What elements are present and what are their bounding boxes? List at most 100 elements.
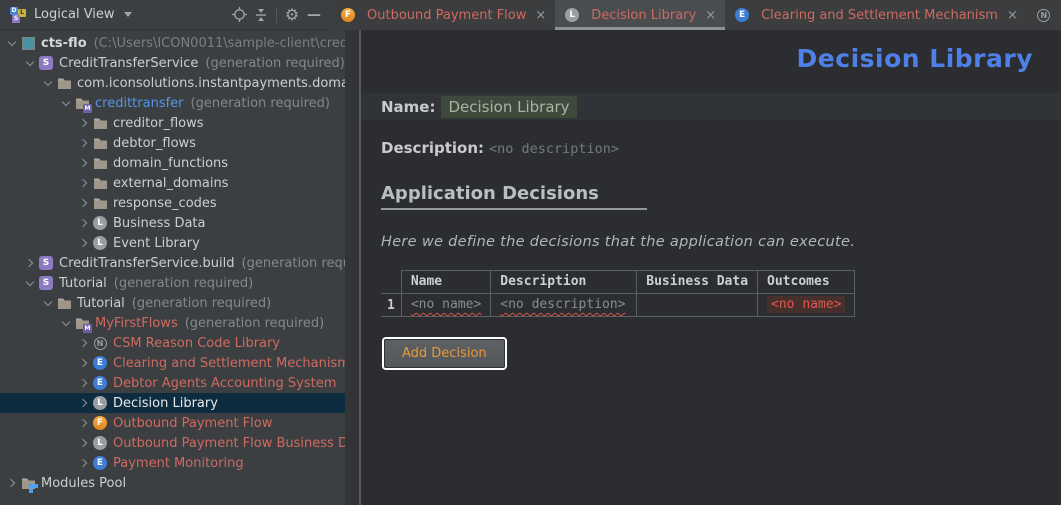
minimize-icon[interactable]: — xyxy=(303,4,325,26)
event-icon: E xyxy=(92,355,108,371)
error-value[interactable]: <no name> xyxy=(767,296,845,313)
close-icon[interactable]: × xyxy=(1007,8,1018,23)
add-decision-button[interactable]: Add Decision xyxy=(384,339,505,368)
chevron-right-icon[interactable] xyxy=(76,360,92,366)
tree-item-response-codes[interactable]: response_codes xyxy=(0,193,345,213)
library-icon: L xyxy=(92,435,108,451)
column-header-description: Description xyxy=(491,271,637,294)
tree-item-label: Outbound Payment Flow xyxy=(113,416,272,431)
tree-item-label: Modules Pool xyxy=(41,476,126,491)
chevron-right-icon[interactable] xyxy=(76,160,92,166)
tree-item-myfirstflows[interactable]: MMyFirstFlows(generation required) xyxy=(0,313,345,333)
chevron-right-icon[interactable] xyxy=(76,460,92,466)
cell-name[interactable]: <no name> xyxy=(401,294,490,317)
chevron-right-icon[interactable] xyxy=(76,200,92,206)
chevron-right-icon[interactable] xyxy=(22,260,38,266)
description-value-field[interactable]: <no description> xyxy=(489,141,619,157)
tree-item-creditor-flows[interactable]: creditor_flows xyxy=(0,113,345,133)
chevron-right-icon[interactable] xyxy=(76,380,92,386)
missing-value[interactable]: <no name> xyxy=(411,297,481,312)
chevron-right-icon[interactable] xyxy=(76,400,92,406)
chevron-right-icon[interactable] xyxy=(4,480,20,486)
gear-icon[interactable]: ⚙ xyxy=(281,4,303,26)
tab-clearing-and-settlement-mechanism[interactable]: EClearing and Settlement Mechanism× xyxy=(725,0,1027,30)
chevron-right-icon[interactable] xyxy=(76,140,92,146)
name-row: Name:Decision Library xyxy=(361,93,1061,120)
cell-outcomes[interactable]: <no name> xyxy=(758,294,855,317)
tree-item-credittransfer[interactable]: Mcredittransfer(generation required) xyxy=(0,93,345,113)
tree-item-label: Outbound Payment Flow Business Data Libr… xyxy=(113,436,345,451)
main-area: cts-flo(C:\Users\ICON0011\sample-client\… xyxy=(0,30,1061,505)
tree-item-decision-library[interactable]: LDecision Library xyxy=(0,393,345,413)
locate-icon[interactable] xyxy=(228,4,250,26)
chevron-down-icon[interactable] xyxy=(4,41,20,45)
tree-item-debtor-agents-accounting-system[interactable]: EDebtor Agents Accounting System xyxy=(0,373,345,393)
library-icon: L xyxy=(92,235,108,251)
tab-outbound-payment-flow[interactable]: FOutbound Payment Flow× xyxy=(331,0,555,30)
tree-item-suffix: (generation required) xyxy=(114,276,253,291)
library-icon: L xyxy=(564,7,580,23)
chevron-down-icon[interactable] xyxy=(40,301,56,305)
tree-item-external-domains[interactable]: external_domains xyxy=(0,173,345,193)
tree-item-outbound-payment-flow-business-data-library[interactable]: L Outbound Payment Flow Business Data Lib… xyxy=(0,433,345,453)
chevron-right-icon[interactable] xyxy=(76,340,92,346)
tree-item-payment-monitoring[interactable]: EPayment Monitoring xyxy=(0,453,345,473)
folder-m-icon: M xyxy=(74,315,90,331)
chevron-right-icon[interactable] xyxy=(76,220,92,226)
top-bar: DLS Logical View ⚙ — FOutbound Payment F… xyxy=(0,0,1061,30)
cell-business-data[interactable] xyxy=(637,294,758,317)
reason-code-icon: N xyxy=(92,335,108,351)
tree-item-credittransferservice[interactable]: SCreditTransferService(generation requir… xyxy=(0,53,345,73)
chevron-down-icon[interactable] xyxy=(22,61,38,65)
tree-item-business-data[interactable]: LBusiness Data xyxy=(0,213,345,233)
tree-item-domain-functions[interactable]: domain_functions xyxy=(0,153,345,173)
chevron-down-icon[interactable] xyxy=(58,101,74,105)
tree-item-debtor-flows[interactable]: debtor_flows xyxy=(0,133,345,153)
tree-item-tutorial[interactable]: STutorial(generation required) xyxy=(0,273,345,293)
chevron-right-icon[interactable] xyxy=(76,420,92,426)
tree-item-csm-reason-code-library[interactable]: NCSM Reason Code Library xyxy=(0,333,345,353)
project-icon xyxy=(20,35,36,51)
chevron-down-icon[interactable] xyxy=(58,321,74,325)
application-window: DLS Logical View ⚙ — FOutbound Payment F… xyxy=(0,0,1061,505)
close-icon[interactable]: × xyxy=(705,8,716,23)
folder-icon xyxy=(56,295,72,311)
missing-value[interactable]: <no description> xyxy=(500,297,625,312)
tree-item-label: CreditTransferService.build xyxy=(59,256,235,271)
tree-item-cts-flo[interactable]: cts-flo(C:\Users\ICON0011\sample-client\… xyxy=(0,33,345,53)
tree-item-modules-pool[interactable]: Modules Pool xyxy=(0,473,345,493)
tab-csm-reason-code-library[interactable]: NCSM Reason Code Library× xyxy=(1027,0,1061,30)
chevron-right-icon[interactable] xyxy=(76,180,92,186)
folder-icon xyxy=(92,175,108,191)
decisions-table: NameDescriptionBusiness DataOutcomes1<no… xyxy=(381,270,855,317)
column-header-outcomes: Outcomes xyxy=(758,271,855,294)
tree-item-tutorial[interactable]: Tutorial(generation required) xyxy=(0,293,345,313)
event-icon: E xyxy=(92,455,108,471)
collapse-all-icon[interactable] xyxy=(250,4,272,26)
tree-item-label: Business Data xyxy=(113,216,206,231)
toolbar-separator xyxy=(276,7,277,23)
chevron-down-icon[interactable] xyxy=(124,12,132,17)
tree-item-label: external_domains xyxy=(113,176,228,191)
chevron-down-icon[interactable] xyxy=(22,281,38,285)
chevron-right-icon[interactable] xyxy=(76,120,92,126)
close-icon[interactable]: × xyxy=(535,8,546,23)
tree-item-outbound-payment-flow[interactable]: FOutbound Payment Flow xyxy=(0,413,345,433)
tree-item-label: Clearing and Settlement Mechanism xyxy=(113,356,345,371)
tree-item-clearing-and-settlement-mechanism[interactable]: E Clearing and Settlement Mechanism xyxy=(0,353,345,373)
tree-item-event-library[interactable]: L Event Library xyxy=(0,233,345,253)
tree-item-credittransferservice-build[interactable]: SCreditTransferService.build(generation … xyxy=(0,253,345,273)
chevron-right-icon[interactable] xyxy=(76,440,92,446)
tree-item-label: Event Library xyxy=(113,236,200,251)
view-selector-label[interactable]: Logical View xyxy=(34,7,115,22)
folder-icon xyxy=(92,135,108,151)
project-tree: cts-flo(C:\Users\ICON0011\sample-client\… xyxy=(0,30,345,505)
name-value-field[interactable]: Decision Library xyxy=(441,96,576,118)
section-intro: Here we define the decisions that the ap… xyxy=(381,234,1061,250)
chevron-down-icon[interactable] xyxy=(40,81,56,85)
chevron-right-icon[interactable] xyxy=(76,240,92,246)
tree-item-com-iconsolutions-instantpayments-domain[interactable]: com.iconsolutions.instantpayments.domain… xyxy=(0,73,345,93)
cell-description[interactable]: <no description> xyxy=(491,294,637,317)
folder-icon xyxy=(92,195,108,211)
tab-decision-library[interactable]: LDecision Library× xyxy=(555,0,725,30)
